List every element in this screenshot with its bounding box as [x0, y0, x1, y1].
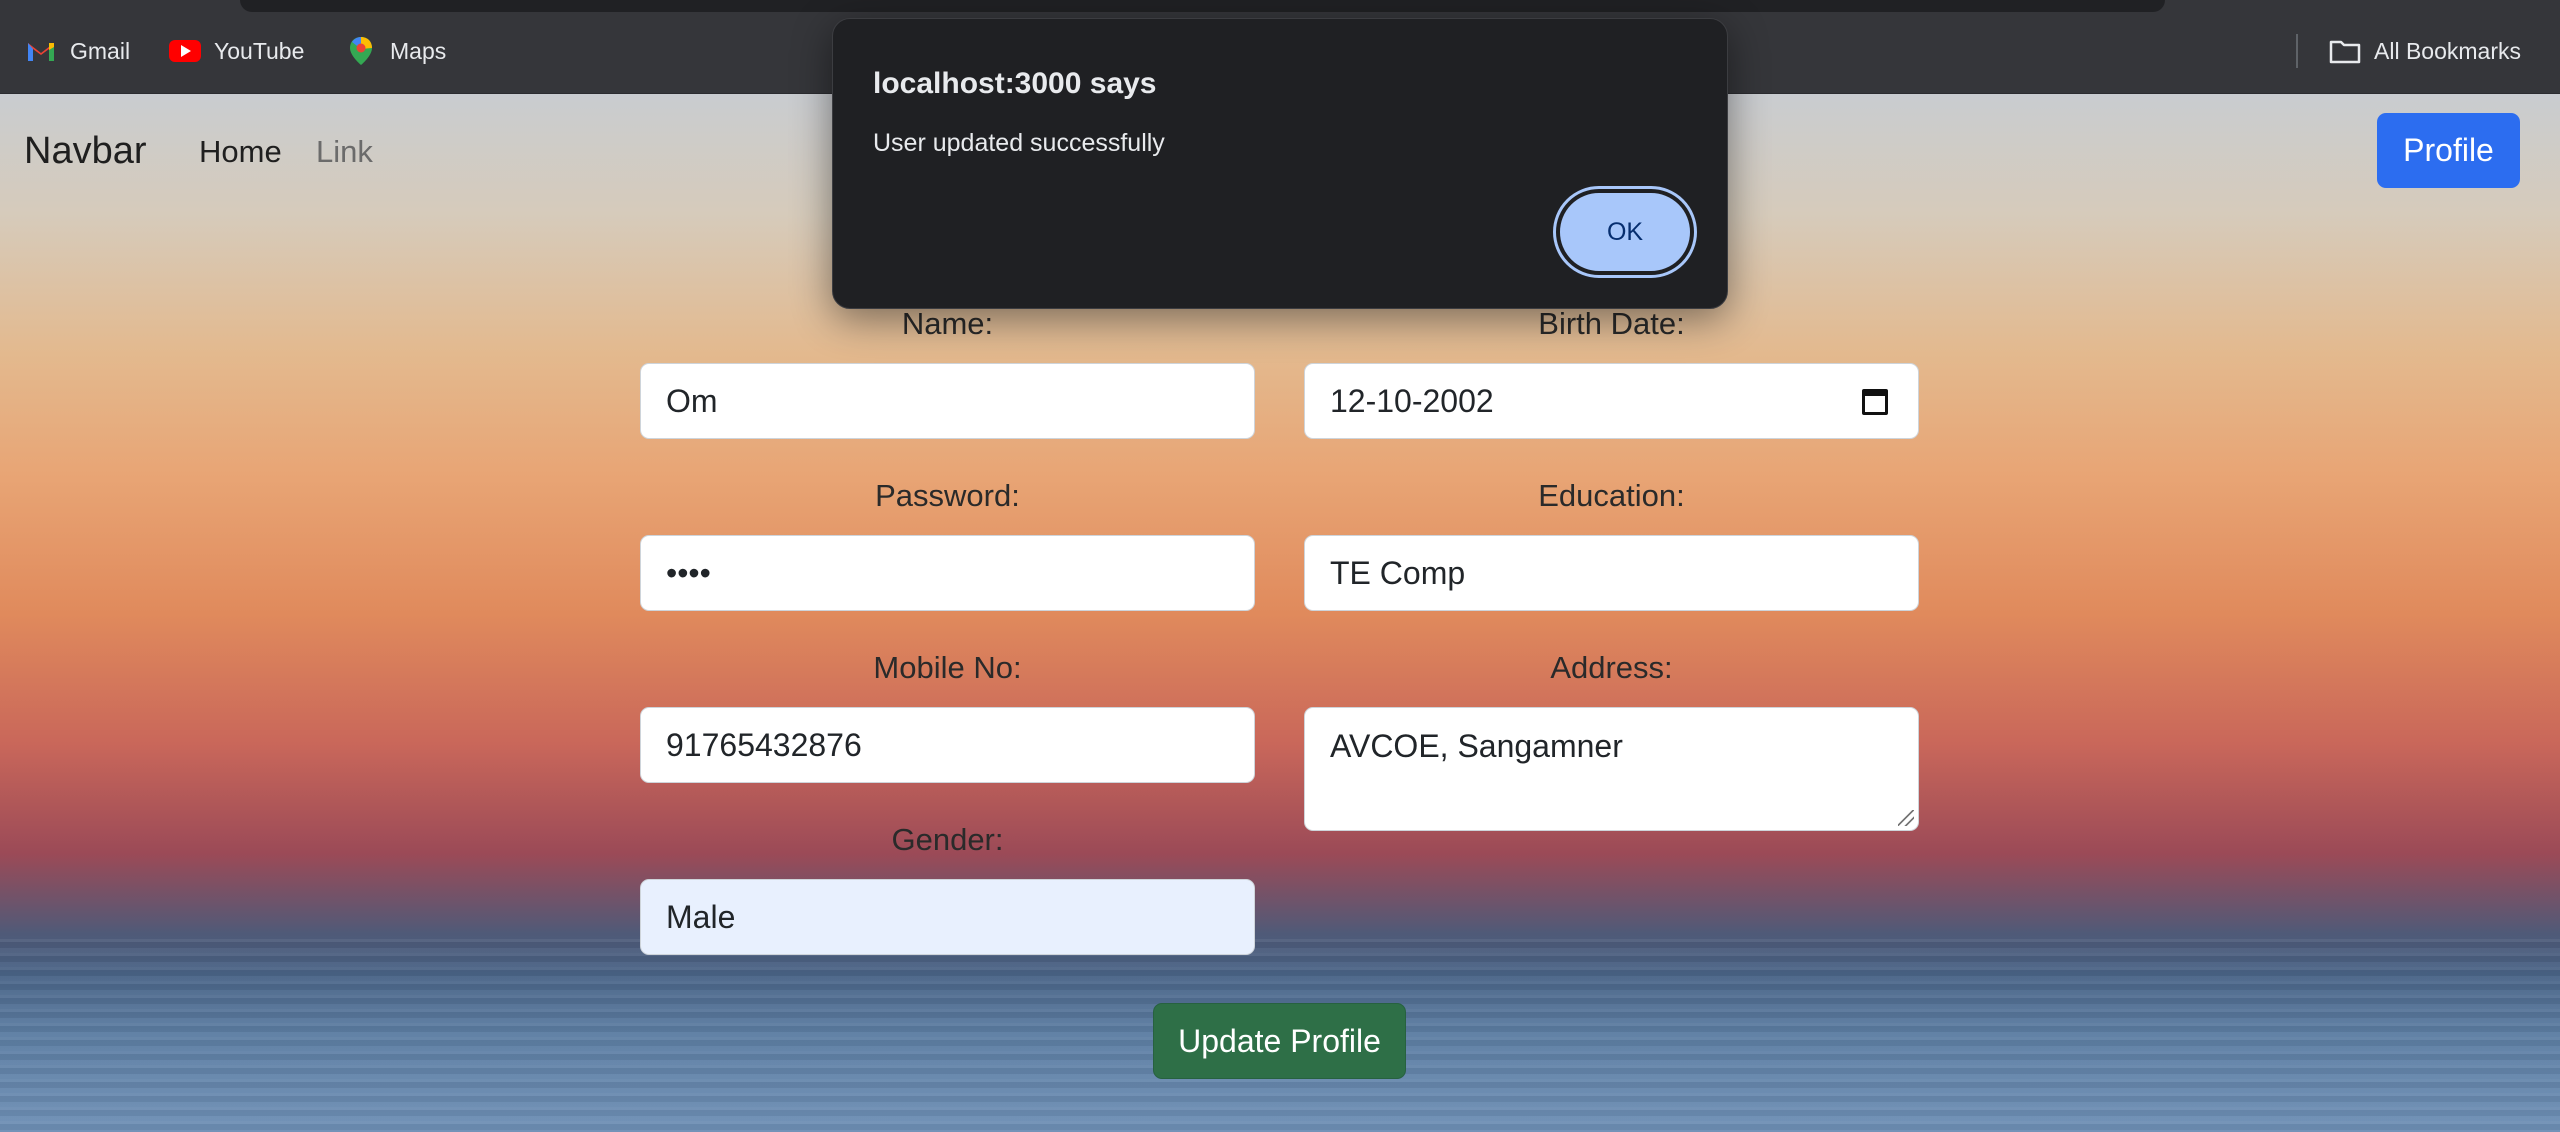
bookmark-gmail[interactable]: Gmail: [24, 34, 130, 68]
bookmark-youtube-label: YouTube: [214, 37, 305, 64]
mobile-input[interactable]: 91765432876: [640, 707, 1255, 783]
password-value: ••••: [666, 554, 711, 591]
bookmark-gmail-label: Gmail: [70, 37, 131, 64]
gender-select[interactable]: Male: [640, 879, 1255, 955]
dialog-title: localhost:3000 says: [873, 67, 1157, 100]
address-label: Address:: [1550, 650, 1673, 685]
resize-handle-icon[interactable]: [1898, 810, 1914, 826]
update-profile-button[interactable]: Update Profile: [1153, 1003, 1406, 1079]
omnibox-edge: [240, 0, 2165, 12]
all-bookmarks-label: All Bookmarks: [2374, 37, 2521, 64]
nav-link-link[interactable]: Link: [316, 134, 373, 170]
education-value: TE Comp: [1330, 554, 1466, 591]
folder-icon: [2328, 37, 2362, 65]
gender-value: Male: [666, 898, 736, 935]
password-input[interactable]: ••••: [640, 535, 1255, 611]
bookmark-maps[interactable]: Maps: [344, 34, 446, 68]
password-label: Password:: [875, 478, 1020, 513]
birth-date-value: 12-10-2002: [1330, 382, 1494, 419]
alert-dialog: localhost:3000 says User updated success…: [832, 18, 1728, 309]
maps-icon: [344, 37, 378, 65]
mobile-label: Mobile No:: [873, 650, 1022, 685]
dialog-message: User updated successfully: [873, 129, 1165, 157]
address-value: AVCOE, Sangamner: [1330, 728, 1623, 764]
address-textarea[interactable]: AVCOE, Sangamner: [1304, 707, 1919, 831]
mobile-value: 91765432876: [666, 726, 862, 763]
education-label: Education:: [1538, 478, 1685, 513]
education-input[interactable]: TE Comp: [1304, 535, 1919, 611]
gmail-icon: [24, 37, 58, 65]
birth-date-input[interactable]: 12-10-2002: [1304, 363, 1919, 439]
gender-label: Gender:: [891, 822, 1004, 857]
youtube-icon: [168, 37, 202, 65]
name-input[interactable]: Om: [640, 363, 1255, 439]
name-value: Om: [666, 382, 718, 419]
birth-date-label: Birth Date:: [1538, 306, 1685, 341]
name-label: Name:: [901, 306, 994, 341]
bookmark-youtube[interactable]: YouTube: [168, 34, 304, 68]
bookmarks-separator: [2296, 34, 2298, 68]
navbar-brand[interactable]: Navbar: [24, 130, 147, 173]
nav-link-home[interactable]: Home: [199, 134, 282, 170]
dialog-ok-button[interactable]: OK: [1553, 186, 1697, 278]
profile-button[interactable]: Profile: [2377, 113, 2520, 188]
calendar-icon[interactable]: [1862, 389, 1888, 415]
all-bookmarks-button[interactable]: All Bookmarks: [2328, 34, 2521, 68]
bookmark-maps-label: Maps: [390, 37, 447, 64]
